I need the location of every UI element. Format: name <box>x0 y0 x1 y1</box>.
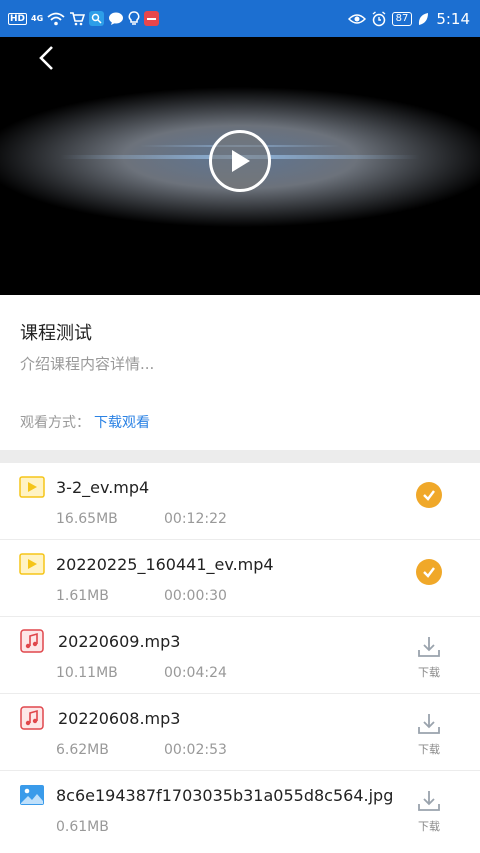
file-size: 6.62MB <box>56 742 109 758</box>
file-name: 3-2_ev.mp4 <box>56 478 150 497</box>
file-list-item[interactable]: 8c6e194387f1703035b31a055d8c564.jpg 0.61… <box>0 771 480 848</box>
file-list-item[interactable]: 3-2_ev.mp4 16.65MB 00:12:22 <box>0 463 480 540</box>
red-app-icon <box>144 11 160 26</box>
file-size: 10.11MB <box>56 665 118 681</box>
view-mode: 观看方式： 下载观看 <box>20 412 150 432</box>
file-size: 1.61MB <box>56 588 109 604</box>
course-title: 课程测试 <box>20 323 92 344</box>
play-icon <box>232 150 250 172</box>
alarm-icon <box>372 10 386 26</box>
bulb-app-icon <box>128 11 140 25</box>
back-button[interactable] <box>32 43 62 73</box>
search-app-icon <box>89 11 105 26</box>
file-name: 8c6e194387f1703035b31a055d8c564.jpg <box>56 786 394 805</box>
file-duration: 00:00:30 <box>164 588 227 604</box>
download-label: 下载 <box>418 820 440 833</box>
section-divider <box>0 450 480 463</box>
file-list-item[interactable]: 20220609.mp3 10.11MB 00:04:24 下载 <box>0 617 480 694</box>
chevron-left-icon <box>39 46 53 70</box>
status-bar-left: HD 4G <box>8 11 160 26</box>
play-button[interactable] <box>209 130 271 192</box>
download-button[interactable]: 下载 <box>414 789 444 834</box>
file-list-item[interactable]: 20220225_160441_ev.mp4 1.61MB 00:00:30 <box>0 540 480 617</box>
file-name: 20220608.mp3 <box>58 709 181 728</box>
audio-file-icon <box>20 706 44 730</box>
download-label: 下载 <box>418 666 440 679</box>
file-name: 20220609.mp3 <box>58 632 181 651</box>
file-duration: 00:12:22 <box>164 511 227 527</box>
file-name: 20220225_160441_ev.mp4 <box>56 555 274 574</box>
file-duration: 00:02:53 <box>164 742 227 758</box>
downloaded-check-icon <box>416 482 442 508</box>
view-mode-label: 观看方式： <box>20 415 90 431</box>
course-description: 介绍课程内容详情... <box>20 355 155 373</box>
battery-level: 87 <box>391 11 413 26</box>
audio-file-icon <box>20 629 44 653</box>
course-info: 课程测试 介绍课程内容详情... 观看方式： 下载观看 <box>0 295 480 450</box>
download-icon <box>418 791 440 811</box>
hd-badge: HD <box>8 12 28 25</box>
file-duration: 00:04:24 <box>164 665 227 681</box>
file-list-item[interactable]: 20220608.mp3 6.62MB 00:02:53 下载 <box>0 694 480 771</box>
status-bar-right: 87 5:14 <box>347 9 470 28</box>
video-file-icon <box>19 553 45 575</box>
eye-comfort-icon <box>347 13 366 24</box>
downloaded-check-icon <box>416 559 442 585</box>
clock: 5:14 <box>436 9 470 28</box>
video-player[interactable] <box>0 37 480 295</box>
file-size: 16.65MB <box>56 511 118 527</box>
video-file-icon <box>19 476 45 498</box>
cart-app-icon <box>70 12 86 26</box>
view-mode-link[interactable]: 下载观看 <box>94 415 150 431</box>
download-icon <box>418 714 440 734</box>
leaf-icon <box>419 12 429 25</box>
image-file-icon <box>20 785 44 805</box>
download-label: 下载 <box>418 743 440 756</box>
download-button[interactable]: 下载 <box>414 635 444 680</box>
network-type: 4G <box>31 13 44 23</box>
file-size: 0.61MB <box>56 819 109 835</box>
wifi-icon <box>47 12 65 25</box>
download-button[interactable]: 下载 <box>414 712 444 757</box>
file-list: 3-2_ev.mp4 16.65MB 00:12:22 20220225_160… <box>0 463 480 848</box>
status-bar: HD 4G 87 5:14 <box>0 0 480 37</box>
chat-app-icon <box>109 12 124 25</box>
download-icon <box>418 637 440 657</box>
